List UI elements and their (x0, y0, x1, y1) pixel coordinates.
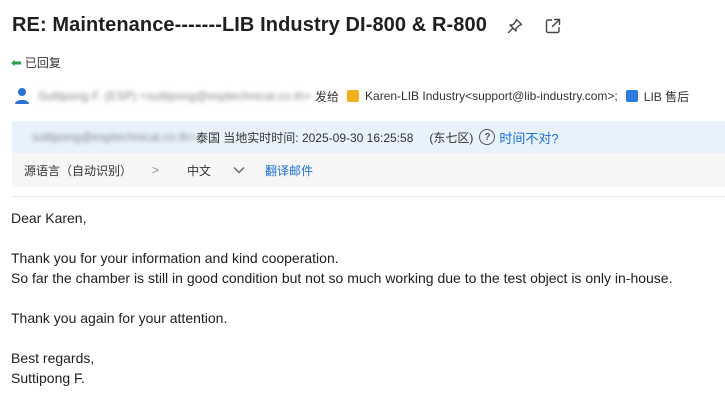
language-arrow: > (152, 163, 160, 177)
external-open-icon[interactable] (543, 16, 563, 36)
wrong-time-link[interactable]: 时间不对? (499, 128, 558, 147)
source-language-select[interactable]: 源语言（自动识别） (24, 162, 132, 179)
replied-label: 已回复 (24, 56, 61, 70)
pin-icon[interactable] (505, 16, 525, 36)
closing: Best regards, (11, 350, 95, 366)
person-icon (15, 88, 29, 104)
local-time-bar: suttipong@esptechnical.co.th> 泰国 当地实时时间:… (12, 121, 725, 153)
contact-icon (347, 90, 360, 102)
group-contact-icon (625, 90, 638, 102)
email-body: Dear Karen, Thank you for your informati… (11, 208, 672, 388)
greeting: Dear Karen, (11, 210, 87, 226)
signature: Suttipong F. (11, 370, 85, 386)
translate-email-link[interactable]: 翻译邮件 (265, 162, 313, 179)
local-time-text: 泰国 当地实时时间: 2025-09-30 16:25:58 (195, 130, 414, 145)
body-line: Thank you for your information and kind … (11, 250, 339, 266)
sender-recipients-row: Suttipong F. (ESP) <suttipong@esptechnic… (14, 87, 689, 105)
sender-location-address: suttipong@esptechnical.co.th> (32, 130, 196, 144)
translate-bar: 源语言（自动识别） > 中文 翻译邮件 (12, 153, 725, 187)
help-icon[interactable]: ? (479, 129, 496, 145)
body-line: So far the chamber is still in good cond… (11, 270, 673, 286)
replied-status: ⬅ 已回复 (11, 54, 61, 71)
reply-arrow-icon: ⬅ (11, 54, 22, 70)
email-subject: RE: Maintenance-------LIB Industry DI-80… (12, 14, 487, 36)
email-header: RE: Maintenance-------LIB Industry DI-80… (12, 14, 563, 37)
target-language-select[interactable]: 中文 (187, 162, 211, 179)
chevron-down-icon[interactable] (233, 166, 245, 174)
body-line: Thank you again for your attention. (11, 310, 228, 326)
recipient-lib-aftersales[interactable]: LIB 售后 (644, 88, 689, 105)
recipient-karen[interactable]: Karen-LIB Industry<support@lib-industry.… (365, 89, 618, 103)
divider (12, 196, 725, 197)
timezone-label: (东七区) (429, 130, 474, 145)
sender-address[interactable]: Suttipong F. (ESP) <suttipong@esptechnic… (38, 89, 311, 103)
sent-to-label: 发给 (315, 89, 340, 104)
